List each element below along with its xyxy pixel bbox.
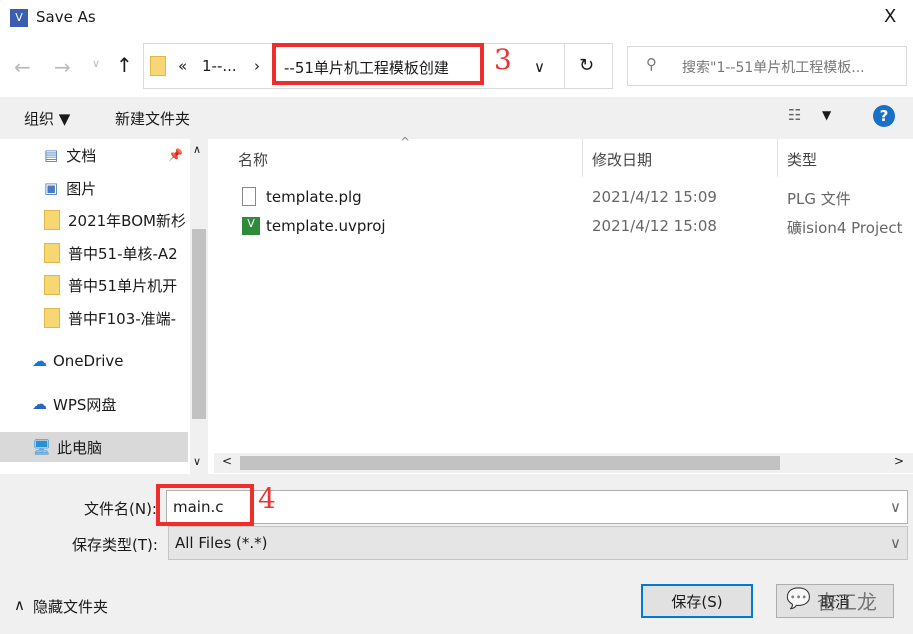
chevron-down-icon[interactable]: ∨ xyxy=(534,58,545,76)
column-header-name[interactable]: 名称 xyxy=(238,149,268,170)
table-row[interactable]: template.plg 2021/4/12 15:09 PLG 文件 xyxy=(214,184,913,212)
breadcrumb-parent[interactable]: 1--... xyxy=(202,57,237,75)
file-list: ^ 名称 修改日期 类型 template.plg 2021/4/12 15:0… xyxy=(214,135,913,474)
wechat-icon: 💬 xyxy=(786,586,811,610)
column-header-type[interactable]: 类型 xyxy=(787,149,817,170)
save-button[interactable]: 保存(S) xyxy=(641,584,753,618)
hide-folders-toggle[interactable]: ∧ 隐藏文件夹 xyxy=(14,596,108,617)
file-type: PLG 文件 xyxy=(787,190,851,208)
sort-ascending-icon: ^ xyxy=(400,135,411,149)
forward-icon[interactable]: → xyxy=(54,55,71,79)
view-icon[interactable]: ☷ xyxy=(788,106,801,124)
filetype-label: 保存类型(T): xyxy=(72,536,158,554)
window-title: Save As xyxy=(36,8,96,26)
annotation-3: 3 xyxy=(494,43,512,76)
title-bar: V Save As X xyxy=(0,0,913,38)
hide-folders-label: 隐藏文件夹 xyxy=(32,598,108,616)
filename-input[interactable]: main.c ∨ xyxy=(166,490,908,524)
save-form: 文件名(N): main.c ∨ 4 保存类型(T): All Files (*… xyxy=(0,474,913,634)
column-header-date[interactable]: 修改日期 xyxy=(592,149,652,170)
search-placeholder: 搜索"1--51单片机工程模板... xyxy=(682,60,865,76)
filename-label: 文件名(N): xyxy=(84,500,157,518)
file-icon xyxy=(242,187,256,206)
breadcrumb-separator[interactable]: › xyxy=(254,57,260,75)
table-row[interactable]: V template.uvproj 2021/4/12 15:08 礦ision… xyxy=(214,213,913,241)
refresh-icon[interactable]: ↻ xyxy=(579,55,594,76)
chevron-down-icon[interactable]: ∨ xyxy=(890,534,901,552)
annotation-box-3 xyxy=(272,43,484,85)
filetype-value: All Files (*.*) xyxy=(175,534,268,552)
close-button[interactable]: X xyxy=(884,6,896,27)
file-date: 2021/4/12 15:08 xyxy=(592,217,717,235)
new-folder-button[interactable]: 新建文件夹 xyxy=(115,108,190,129)
chevron-down-icon[interactable]: ∨ xyxy=(890,498,901,516)
sidebar-item-folder[interactable]: 2021年BOM新杉 xyxy=(44,205,190,235)
file-type: 礦ision4 Project xyxy=(787,219,903,237)
back-icon[interactable]: ← xyxy=(14,55,31,79)
chevron-up-icon: ∧ xyxy=(14,596,25,614)
filetype-select[interactable]: All Files (*.*) ∨ xyxy=(168,526,908,560)
keil-project-icon: V xyxy=(242,217,260,235)
help-button[interactable]: ? xyxy=(873,105,895,127)
path-overflow[interactable]: « xyxy=(178,57,187,75)
file-name: template.uvproj xyxy=(266,217,386,235)
sidebar-item-folder[interactable]: 普中F103-准端- xyxy=(44,303,190,333)
annotation-box-4 xyxy=(156,484,254,526)
organize-button[interactable]: 组织 ▼ xyxy=(24,108,70,129)
sidebar-item-folder[interactable]: 普中51单片机开 xyxy=(44,270,190,300)
file-date: 2021/4/12 15:09 xyxy=(592,188,717,206)
folder-icon xyxy=(150,56,166,76)
up-icon[interactable]: ↑ xyxy=(116,53,133,77)
navigation-pane: ▤ 文档 📌 ▣ 图片 2021年BOM新杉 普中51-单核-A2 普中51单片机开 … xyxy=(0,139,210,474)
view-dropdown[interactable]: ▼ xyxy=(822,108,831,122)
sidebar-scrollbar[interactable]: ∧ ∨ xyxy=(190,139,208,474)
toolbar: 组织 ▼ 新建文件夹 ☷ ▼ ? xyxy=(0,97,913,139)
file-name: template.plg xyxy=(266,188,362,206)
sidebar-item-folder[interactable]: 普中51-单核-A2 xyxy=(44,238,190,268)
recent-dropdown-icon[interactable]: ∨ xyxy=(92,57,100,70)
watermark: 💬 杳工龙 xyxy=(786,586,877,614)
search-input[interactable]: ⚲ 搜索"1--51单片机工程模板... xyxy=(627,46,907,86)
app-icon: V xyxy=(10,9,28,27)
navigation-bar: ← → ∨ ↑ « 1--... › --51单片机工程模板创建 ∨ ↻ 3 ⚲… xyxy=(0,43,913,91)
search-icon: ⚲ xyxy=(646,55,657,73)
horizontal-scrollbar[interactable]: < > xyxy=(214,453,913,473)
annotation-4: 4 xyxy=(258,482,276,515)
sidebar-item-this-pc[interactable]: 🖥 此电脑 xyxy=(0,432,188,462)
